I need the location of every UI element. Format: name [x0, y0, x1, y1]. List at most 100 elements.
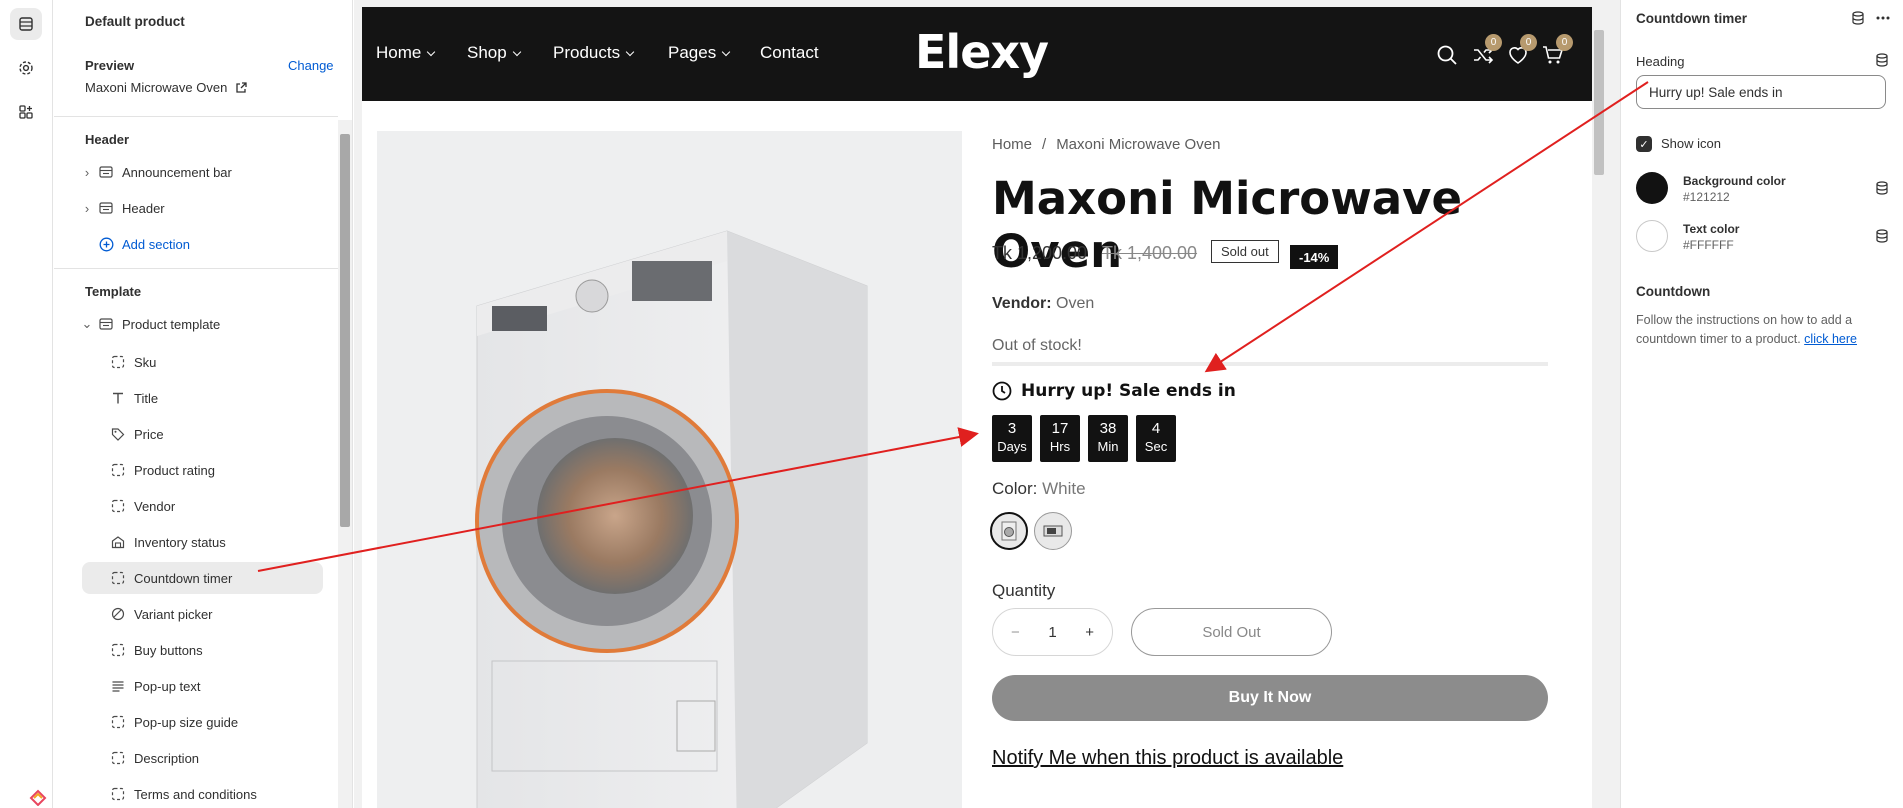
sold-out-badge: Sold out — [1211, 240, 1279, 263]
quantity-decrease-button[interactable]: − — [1011, 624, 1020, 641]
database-icon[interactable] — [1851, 11, 1865, 25]
sidebar-block-terms-and-conditions[interactable]: Terms and conditions — [82, 778, 323, 808]
sidebar-item-label: Product template — [122, 316, 221, 332]
sidebar-block-label: Countdown timer — [134, 570, 233, 586]
sidebar-block-label: Price — [134, 426, 164, 442]
database-icon[interactable] — [1875, 181, 1889, 195]
click-here-link[interactable]: click here — [1804, 332, 1857, 346]
preview-product[interactable]: Maxoni Microwave Oven — [85, 80, 247, 95]
sidebar-block-label: Terms and conditions — [134, 786, 257, 802]
sidebar-item-header[interactable]: › Header — [80, 192, 320, 224]
chevron-down-icon — [625, 47, 635, 56]
sidebar-block-label: Description — [134, 750, 200, 766]
notify-me-link[interactable]: Notify Me when this product is available — [992, 747, 1343, 770]
quantity-label: Quantity — [992, 581, 1056, 600]
block-dashed-icon — [110, 570, 126, 586]
sections-nav-button[interactable] — [10, 8, 42, 40]
sidebar-block-variant-picker[interactable]: Variant picker — [82, 598, 323, 630]
store-preview-frame: Home Shop Products Pages Contact Elexy 0… — [362, 7, 1592, 808]
search-icon[interactable] — [1436, 44, 1458, 66]
nav-label: Shop — [467, 43, 507, 62]
nav-pages[interactable]: Pages — [668, 43, 731, 63]
text-color-value[interactable]: #FFFFFF — [1683, 238, 1734, 252]
more-horizontal-icon[interactable] — [1875, 11, 1891, 25]
sidebar-item-product-template[interactable]: ⌄ Product template — [80, 308, 320, 340]
database-icon[interactable] — [1875, 53, 1889, 67]
theme-settings-button[interactable] — [10, 52, 42, 84]
sidebar-block-vendor[interactable]: Vendor — [82, 490, 323, 522]
sidebar-block-buy-buttons[interactable]: Buy buttons — [82, 634, 323, 666]
sections-sidebar: Default product Preview Change Maxoni Mi… — [54, 0, 353, 808]
store-logo[interactable]: Elexy — [915, 25, 1049, 79]
settings-title: Countdown timer — [1636, 11, 1747, 26]
countdown-value: 38 — [1099, 420, 1117, 437]
cart-count-badge: 0 — [1556, 34, 1573, 51]
sidebar-block-sku[interactable]: Sku — [82, 346, 323, 378]
chevron-right-icon[interactable]: › — [80, 201, 94, 216]
sidebar-scrollbar-thumb[interactable] — [340, 134, 350, 527]
breadcrumb: Home / Maxoni Microwave Oven — [992, 136, 1220, 153]
breadcrumb-home[interactable]: Home — [992, 136, 1032, 153]
appliance-thumbnail-icon — [1043, 525, 1063, 537]
sidebar-block-pop-up-text[interactable]: Pop-up text — [82, 670, 323, 702]
sidebar-block-label: Pop-up size guide — [134, 714, 239, 730]
section-icon — [98, 164, 114, 180]
discount-badge: -14% — [1290, 245, 1339, 269]
sold-out-button[interactable]: Sold Out — [1131, 608, 1332, 656]
chevron-right-icon[interactable]: › — [80, 165, 94, 180]
background-color-value[interactable]: #121212 — [1683, 190, 1730, 204]
preview-scrollbar-thumb[interactable] — [1594, 30, 1604, 175]
countdown-unit: Days — [997, 439, 1027, 454]
nav-products[interactable]: Products — [553, 43, 635, 63]
color-swatch-other[interactable] — [1034, 512, 1072, 550]
variant-icon — [110, 606, 126, 622]
sidebar-block-price[interactable]: Price — [82, 418, 323, 450]
chevron-down-icon — [427, 47, 436, 56]
block-dashed-icon — [110, 354, 126, 370]
breadcrumb-current: Maxoni Microwave Oven — [1056, 136, 1221, 153]
block-dashed-icon — [110, 498, 126, 514]
background-color-swatch[interactable] — [1636, 172, 1668, 204]
sidebar-block-countdown-timer[interactable]: Countdown timer — [82, 562, 323, 594]
app-logo-icon — [28, 786, 48, 808]
sidebar-item-label: Announcement bar — [122, 164, 232, 180]
change-preview-link[interactable]: Change — [288, 58, 334, 73]
heading-input[interactable]: Hurry up! Sale ends in — [1636, 75, 1886, 109]
sidebar-block-description[interactable]: Description — [82, 742, 323, 774]
quantity-increase-button[interactable]: + — [1085, 624, 1094, 641]
database-icon[interactable] — [1875, 229, 1889, 243]
color-label: Color: — [992, 479, 1038, 498]
external-link-icon[interactable] — [235, 81, 247, 94]
color-swatch-white[interactable] — [990, 512, 1028, 550]
text-color-swatch[interactable] — [1636, 220, 1668, 252]
show-icon-checkbox[interactable]: ✓ — [1636, 136, 1652, 152]
countdown-unit: Hrs — [1049, 439, 1071, 454]
section-icon — [98, 200, 114, 216]
nav-label: Products — [553, 43, 621, 62]
preview-product-name: Maxoni Microwave Oven — [85, 80, 228, 95]
chevron-down-icon[interactable]: ⌄ — [80, 316, 94, 332]
sidebar-block-inventory-status[interactable]: Inventory status — [82, 526, 323, 558]
template-group-title: Template — [85, 284, 142, 299]
text-color-label: Text color — [1683, 222, 1740, 236]
vendor-value: Oven — [1056, 295, 1095, 312]
quantity-input[interactable]: 1 — [1048, 624, 1056, 641]
sidebar-block-product-rating[interactable]: Product rating — [82, 454, 323, 486]
nav-shop[interactable]: Shop — [467, 43, 521, 63]
template-title: Default product — [85, 14, 185, 29]
buy-it-now-button[interactable]: Buy It Now — [992, 675, 1548, 721]
sidebar-item-announcement-bar[interactable]: › Announcement bar — [80, 156, 320, 188]
nav-home[interactable]: Home — [376, 43, 436, 63]
sidebar-block-label: Buy buttons — [134, 642, 203, 658]
countdown-days: 3 Days — [992, 415, 1032, 462]
show-icon-label[interactable]: Show icon — [1661, 136, 1721, 151]
quantity-stepper: − 1 + — [992, 608, 1113, 656]
add-section-button[interactable]: Add section — [80, 228, 320, 260]
sidebar-block-title[interactable]: Title — [82, 382, 323, 414]
product-image[interactable] — [377, 131, 962, 808]
apps-button[interactable] — [10, 96, 42, 128]
wishlist-count-badge: 0 — [1520, 34, 1537, 51]
sidebar-block-label: Pop-up text — [134, 678, 201, 694]
sidebar-block-pop-up-size-guide[interactable]: Pop-up size guide — [82, 706, 323, 738]
nav-contact[interactable]: Contact — [760, 43, 819, 63]
